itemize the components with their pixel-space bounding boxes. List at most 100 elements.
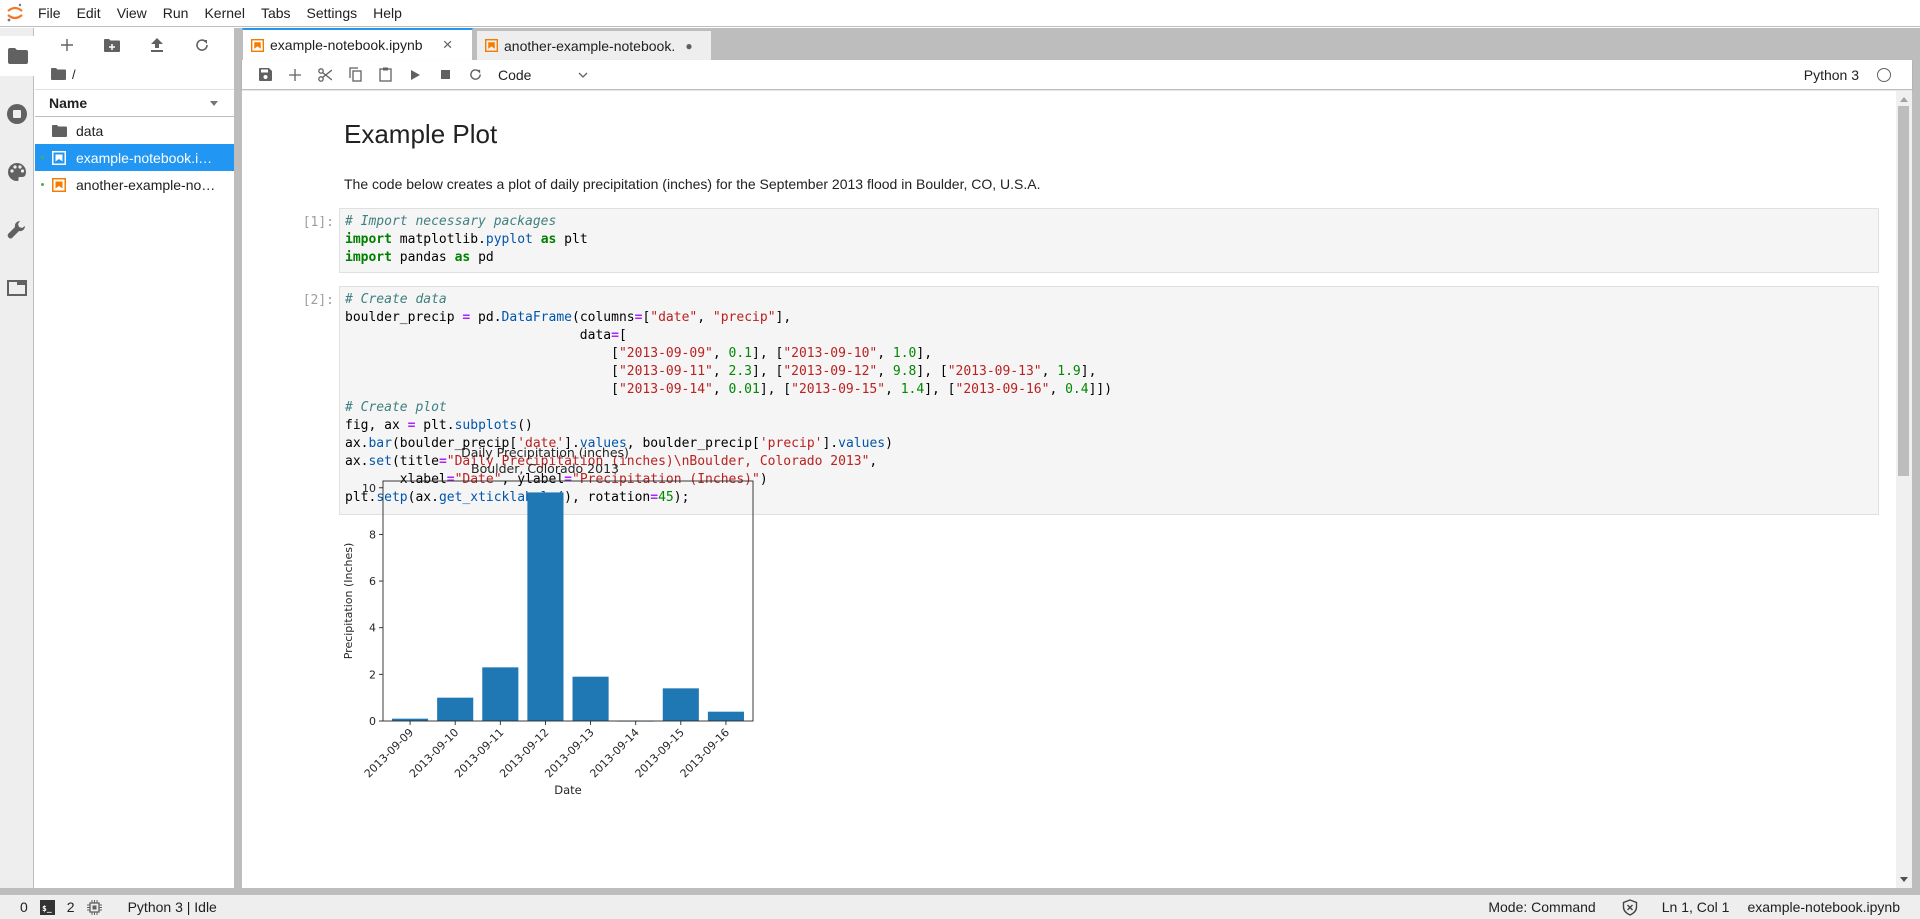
kernel-chip-icon xyxy=(81,899,108,915)
menu-help[interactable]: Help xyxy=(365,0,410,27)
cell-type-dropdown[interactable]: Code xyxy=(498,67,588,83)
palette-icon xyxy=(8,163,26,181)
y-tick-label: 6 xyxy=(369,575,376,588)
new-launcher-button[interactable] xyxy=(55,33,79,57)
menu-tabs[interactable]: Tabs xyxy=(253,0,299,27)
y-tick-label: 4 xyxy=(369,622,376,635)
paste-button[interactable] xyxy=(370,63,400,87)
refresh-button[interactable] xyxy=(190,33,214,57)
column-header-label: Name xyxy=(49,95,88,111)
new-folder-icon xyxy=(104,38,121,52)
panel-splitter[interactable] xyxy=(234,28,242,888)
notebook-icon xyxy=(52,177,66,192)
run-button[interactable] xyxy=(400,63,430,87)
y-tick-label: 8 xyxy=(369,528,376,541)
kernel-status[interactable]: Python 3 | Idle xyxy=(108,899,223,915)
scrollbar-thumb[interactable] xyxy=(1898,106,1909,476)
stop-icon xyxy=(440,70,450,79)
restart-button[interactable] xyxy=(460,63,490,87)
jupyter-logo-icon xyxy=(0,0,30,27)
main-area: example-notebook.ipynb × another-example… xyxy=(242,28,1920,888)
markdown-paragraph: The code below creates a plot of daily p… xyxy=(344,176,1041,192)
y-tick-label: 0 xyxy=(369,715,376,728)
activity-commands[interactable] xyxy=(0,152,34,192)
menu-kernel[interactable]: Kernel xyxy=(196,0,252,27)
cut-button[interactable] xyxy=(310,63,340,87)
code-editor[interactable]: # Import necessary packages import matpl… xyxy=(345,213,1873,267)
save-button[interactable] xyxy=(250,63,280,87)
tab-example-notebook[interactable]: example-notebook.ipynb × xyxy=(242,28,473,60)
upload-button[interactable] xyxy=(145,33,169,57)
mode-indicator[interactable]: Mode: Command xyxy=(1482,899,1615,915)
paste-icon xyxy=(378,67,392,82)
terminal-icon[interactable]: $_ xyxy=(34,899,61,915)
scroll-up-arrow-icon[interactable] xyxy=(1900,97,1908,102)
file-name: data xyxy=(76,122,104,139)
y-tick-label: 10 xyxy=(362,482,376,495)
bar-2013-09-10 xyxy=(437,697,474,721)
kernel-name[interactable]: Python 3 xyxy=(1804,67,1859,83)
column-header-name[interactable]: Name xyxy=(35,89,234,117)
tab-label: another-example-notebook. xyxy=(504,37,676,54)
scissors-icon xyxy=(318,67,332,82)
running-indicator xyxy=(40,183,44,186)
bar-2013-09-12 xyxy=(527,492,564,721)
activity-property-inspector[interactable] xyxy=(0,210,34,250)
notebook-panel: Code Python 3 Example Plot The code belo… xyxy=(242,60,1912,888)
copy-button[interactable] xyxy=(340,63,370,87)
bar-2013-09-16 xyxy=(707,711,744,721)
trust-shield-icon[interactable] xyxy=(1616,898,1644,916)
cell-prompt: [2]: xyxy=(302,293,334,308)
breadcrumb-root[interactable]: / xyxy=(72,67,76,82)
insert-cell-button[interactable] xyxy=(280,63,310,87)
breadcrumb: / xyxy=(35,62,234,86)
file-item-data[interactable]: data xyxy=(35,117,234,144)
stop-circle-icon xyxy=(7,104,27,124)
activity-open-tabs[interactable] xyxy=(0,268,34,308)
cell-type-value: Code xyxy=(498,66,532,83)
kernel-idle-indicator-icon xyxy=(1877,68,1891,82)
cursor-position[interactable]: Ln 1, Col 1 xyxy=(1644,899,1742,915)
vertical-scrollbar[interactable] xyxy=(1896,91,1912,888)
wrench-icon xyxy=(7,220,26,239)
terminal-count[interactable]: 2 xyxy=(61,899,81,915)
menu-edit[interactable]: Edit xyxy=(69,0,109,27)
tab-another-example-notebook[interactable]: another-example-notebook. ● xyxy=(476,30,712,60)
file-browser-toolbar xyxy=(35,28,234,62)
save-icon xyxy=(258,68,272,81)
status-count[interactable]: 0 xyxy=(0,899,34,915)
folder-icon xyxy=(51,124,67,137)
cell-prompt: [1]: xyxy=(302,215,334,230)
new-folder-button[interactable] xyxy=(100,33,124,57)
chart-title-line-1: Daily Precipitation (inches) xyxy=(461,445,629,460)
code-cell-1[interactable]: # Import necessary packages import matpl… xyxy=(339,208,1879,273)
menu-run[interactable]: Run xyxy=(155,0,197,27)
notebook-icon xyxy=(251,38,264,52)
file-item-example-notebook[interactable]: example-notebook.i… xyxy=(35,144,234,171)
interrupt-button[interactable] xyxy=(430,63,460,87)
scroll-down-arrow-icon[interactable] xyxy=(1900,877,1908,882)
unsaved-dot-icon[interactable]: ● xyxy=(682,39,696,53)
menu-view[interactable]: View xyxy=(109,0,155,27)
file-browser-panel: / Name data example-notebook.i… another-… xyxy=(35,28,234,888)
activity-file-browser[interactable] xyxy=(0,36,35,76)
home-folder-icon[interactable] xyxy=(51,68,66,80)
bar-2013-09-15 xyxy=(662,688,699,721)
status-bar: 0 $_ 2 Python 3 | Idle Mode: Command Ln … xyxy=(0,895,1920,919)
menu-file[interactable]: File xyxy=(30,0,69,27)
notebook-icon xyxy=(485,39,498,52)
activity-bar xyxy=(0,28,35,888)
activity-running[interactable] xyxy=(0,94,34,134)
bar-2013-09-11 xyxy=(482,667,519,721)
chart-title-line-2: Boulder, Colorado 2013 xyxy=(471,461,619,476)
menu-settings[interactable]: Settings xyxy=(299,0,366,27)
close-tab-icon[interactable]: × xyxy=(441,35,455,55)
chevron-down-icon xyxy=(578,72,588,78)
menu-bar: File Edit View Run Kernel Tabs Settings … xyxy=(0,0,1920,27)
play-icon xyxy=(410,69,420,80)
notebook-toolbar: Code Python 3 xyxy=(242,60,1912,90)
running-indicator xyxy=(40,156,44,159)
file-item-another-example-notebook[interactable]: another-example-no… xyxy=(35,171,234,198)
current-filename: example-notebook.ipynb xyxy=(1747,899,1900,915)
notebook-icon xyxy=(52,150,66,165)
